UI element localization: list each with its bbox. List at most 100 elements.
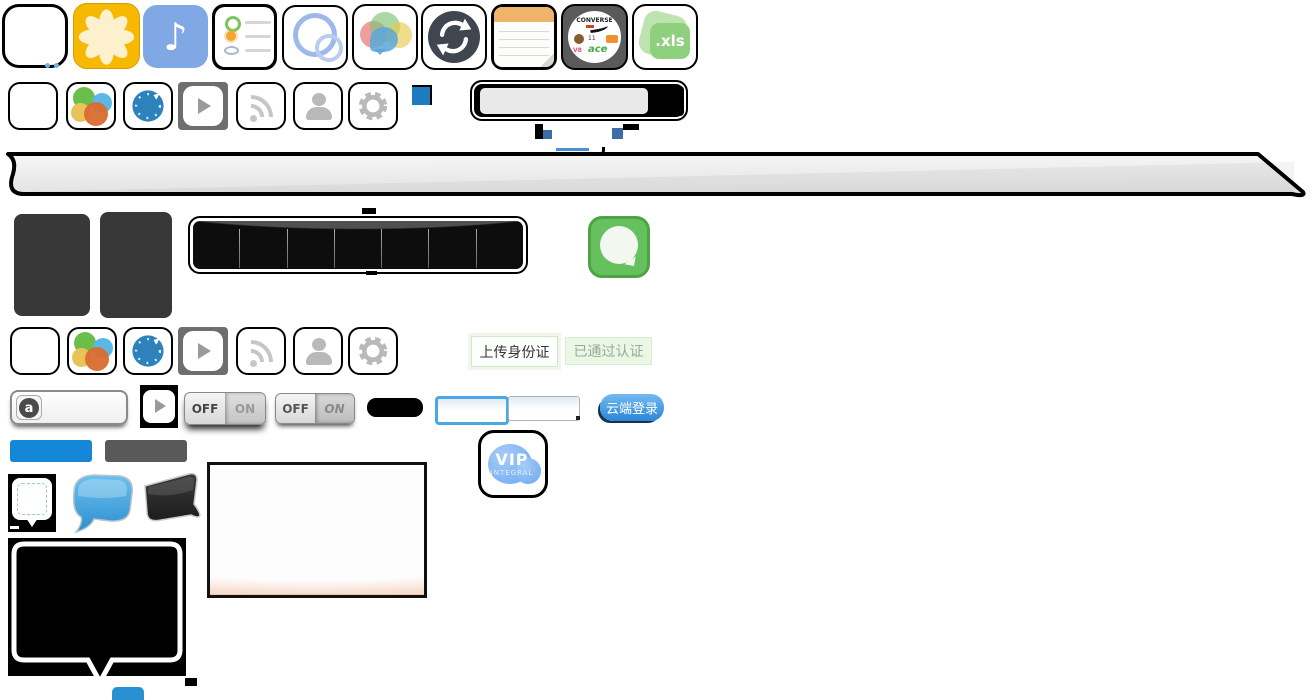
sprite-canvas: ♪ (0, 0, 1315, 700)
off-label: OFF (276, 394, 315, 423)
sun-icon (226, 31, 236, 41)
toolbar-divider (381, 229, 382, 267)
icon-rss[interactable] (236, 327, 286, 375)
fragment-black-bar (535, 124, 543, 139)
icon-blank-small[interactable] (10, 327, 60, 375)
content-panel (207, 462, 427, 598)
icon-color-circles[interactable] (67, 327, 117, 375)
app-icon-blank[interactable] (2, 4, 68, 68)
doodle-circle-icon (125, 84, 171, 128)
sync-circle (428, 11, 480, 63)
large-black-speech-bubble (8, 538, 186, 690)
v8-logo-text: V8 (573, 47, 582, 54)
refresh-arrows-icon (428, 11, 480, 63)
search-bar[interactable] (470, 80, 688, 121)
play-triangle-icon (198, 98, 211, 114)
banner-bar (2, 150, 1313, 200)
icon-contact[interactable] (293, 327, 343, 375)
app-icon-notes[interactable] (491, 4, 557, 70)
orange-logo (606, 35, 618, 43)
toolbar-divider (239, 229, 240, 267)
ace-logo-text: ace (588, 44, 607, 55)
icon-contact[interactable] (293, 82, 343, 130)
person-body (306, 107, 332, 120)
app-icon-brands[interactable]: CONVERSE V8 ace 11 (561, 4, 628, 70)
search-button-area[interactable] (650, 86, 684, 116)
notes-header (494, 7, 554, 22)
vip-sub-label: INTEGRAL (489, 469, 535, 477)
bubble-pointer (26, 518, 38, 527)
blue-rect-button[interactable] (10, 440, 92, 462)
app-icon-list-settings[interactable] (212, 4, 277, 70)
toolbar-divider (287, 229, 288, 267)
person-head (312, 338, 326, 351)
cloud-login-button[interactable]: 云端登录 (600, 394, 664, 421)
icon-gear[interactable] (348, 82, 398, 130)
blue-dot (54, 63, 59, 68)
fragment-black-mark (366, 271, 377, 275)
fragment-black-mark (362, 208, 376, 214)
monkey-logo-icon (574, 34, 584, 44)
app-icon-photos-flower[interactable] (73, 3, 140, 69)
toolbar-divider (428, 229, 429, 267)
blue-speech-bubble (64, 470, 136, 534)
bubble-tail (374, 49, 386, 61)
upload-id-button[interactable]: 上传身份证 (471, 336, 558, 367)
red-mark (586, 25, 594, 28)
rss-arc2 (251, 95, 273, 117)
black-speech-bubble (139, 470, 205, 534)
page-curl (540, 53, 554, 67)
icon-play[interactable] (178, 327, 228, 375)
icon-blank-small[interactable] (8, 82, 58, 130)
person-body (306, 352, 332, 365)
glossy-toolbar[interactable] (190, 218, 526, 272)
fragment-black-bar (623, 124, 639, 130)
white-speech-bubble-tile (8, 474, 56, 532)
gray-rect-button[interactable] (105, 440, 187, 462)
search-input-field[interactable] (480, 88, 648, 114)
converse-logo-text: CONVERSE (568, 17, 621, 24)
icon-rss[interactable] (236, 82, 286, 130)
icon-blue-doodle-circle[interactable] (123, 82, 173, 130)
app-icon-music[interactable]: ♪ (143, 5, 208, 68)
gear-icon (350, 329, 396, 373)
vip-icon[interactable]: VIP INTEGRAL (478, 430, 548, 498)
orange-circle (85, 347, 109, 371)
doodle-circle-icon (125, 329, 171, 373)
vip-label: VIP (489, 450, 535, 469)
verified-badge: 已通过认证 (565, 337, 652, 365)
cn-logo-text: 11 (588, 35, 596, 42)
play-triangle-icon (198, 343, 211, 359)
fragment-blue-badge (112, 687, 144, 700)
app-icon-circles[interactable] (282, 5, 348, 70)
toggle-switch-1[interactable]: OFF ON (184, 392, 266, 425)
list-icon (215, 7, 274, 67)
app-icon-chat-bubbles[interactable] (352, 4, 418, 70)
fragment-blue-square (612, 128, 623, 139)
icon-blue-doodle-circle[interactable] (123, 327, 173, 375)
app-icon-xls-export[interactable]: .xls (632, 4, 698, 70)
app-icon-sync[interactable] (421, 4, 487, 70)
text-input-focused[interactable] (435, 396, 509, 425)
toggle-switch-2[interactable]: OFF ON (275, 393, 355, 424)
xls-label: .xls (650, 23, 690, 59)
text-input[interactable] (508, 396, 580, 421)
person-head (312, 93, 326, 106)
icon-play[interactable] (178, 82, 228, 130)
blue-dot (45, 63, 50, 68)
icon-color-circles[interactable] (66, 82, 116, 130)
on-label: ON (315, 394, 354, 423)
blue-square-checkbox[interactable] (412, 85, 432, 105)
icon-gear[interactable] (348, 327, 398, 375)
toolbar-divider (476, 229, 477, 267)
on-label: ON (225, 393, 265, 424)
play-button-tile[interactable] (140, 385, 178, 428)
brand-collage-circle: CONVERSE V8 ace 11 (568, 11, 621, 63)
messages-app-icon[interactable] (588, 216, 650, 278)
search-input[interactable]: a (10, 390, 128, 425)
fragment-blue-square (543, 130, 552, 139)
off-label: OFF (185, 393, 225, 424)
white-tick (10, 526, 19, 529)
fragment-black-square (185, 678, 197, 686)
dark-card (14, 214, 90, 316)
